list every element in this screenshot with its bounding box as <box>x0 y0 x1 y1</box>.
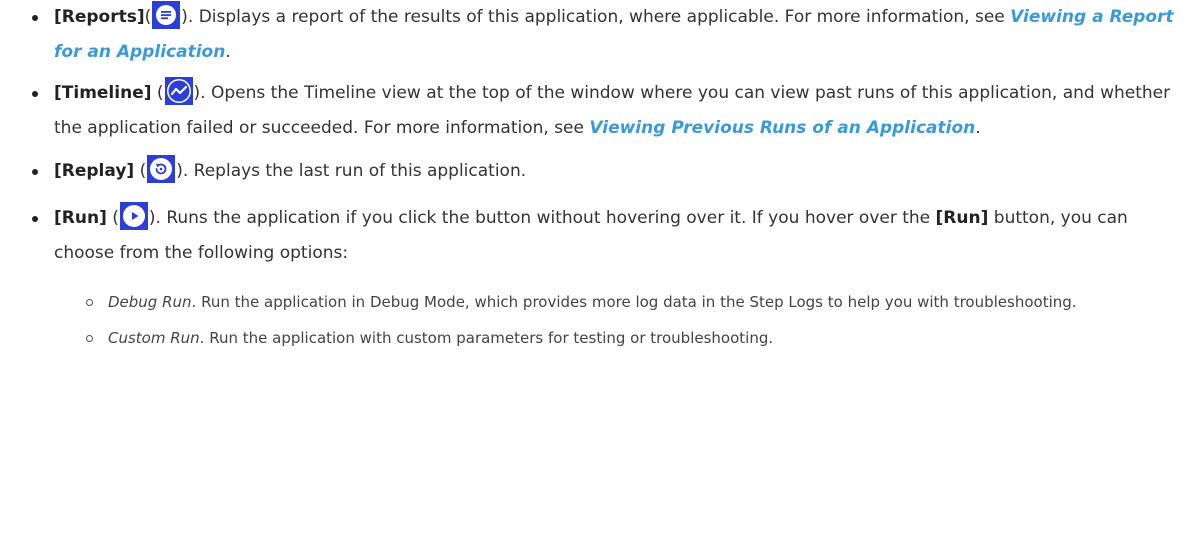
timeline-icon <box>164 77 193 105</box>
list-item-run: [Run] ( ). Runs the application if you c… <box>22 201 1183 271</box>
replay-description: ). Replays the last run of this applicat… <box>176 161 527 181</box>
hollow-bullet <box>86 299 93 306</box>
paren: ( <box>134 161 147 181</box>
run-label-inline: [Run] <box>935 208 989 228</box>
reports-label: [Reports] <box>54 7 145 27</box>
debug-run-label: Debug Run <box>108 293 192 311</box>
run-icon <box>119 202 148 230</box>
list-item-reports: [Reports]( ). Displays a report of the r… <box>22 0 1183 70</box>
period: . <box>975 118 981 138</box>
custom-run-description: . Run the application with custom parame… <box>199 329 774 347</box>
document-body: [Reports]( ). Displays a report of the r… <box>0 0 1201 534</box>
debug-run-description: . Run the application in Debug Mode, whi… <box>191 293 1077 311</box>
paren: ( <box>151 83 164 103</box>
period: . <box>225 42 231 62</box>
bullet <box>32 91 38 97</box>
bullet <box>32 15 38 21</box>
custom-run-label: Custom Run <box>108 329 200 347</box>
replay-label: [Replay] <box>54 161 135 181</box>
timeline-label: [Timeline] <box>54 83 152 103</box>
reports-description: ). Displays a report of the results of t… <box>181 7 1011 27</box>
list-item-debug-run: Debug Run. Run the application in Debug … <box>86 291 1183 313</box>
paren: ( <box>144 7 152 27</box>
bullet <box>32 169 38 175</box>
timeline-link[interactable]: Viewing Previous Runs of an Application <box>589 118 975 138</box>
hollow-bullet <box>86 335 93 342</box>
list-item-replay: [Replay] ( ). Replays the last run of th… <box>22 154 1183 189</box>
list-item-timeline: [Timeline] ( ). Opens the Timeline view … <box>22 76 1183 146</box>
run-description: ). Runs the application if you click the… <box>148 208 936 228</box>
paren: ( <box>106 208 119 228</box>
list-item-custom-run: Custom Run. Run the application with cus… <box>86 327 1183 349</box>
replay-icon <box>147 155 176 183</box>
reports-icon <box>152 1 181 29</box>
run-label: [Run] <box>54 208 107 228</box>
run-options-list: Debug Run. Run the application in Debug … <box>22 291 1183 349</box>
bullet <box>32 216 38 222</box>
